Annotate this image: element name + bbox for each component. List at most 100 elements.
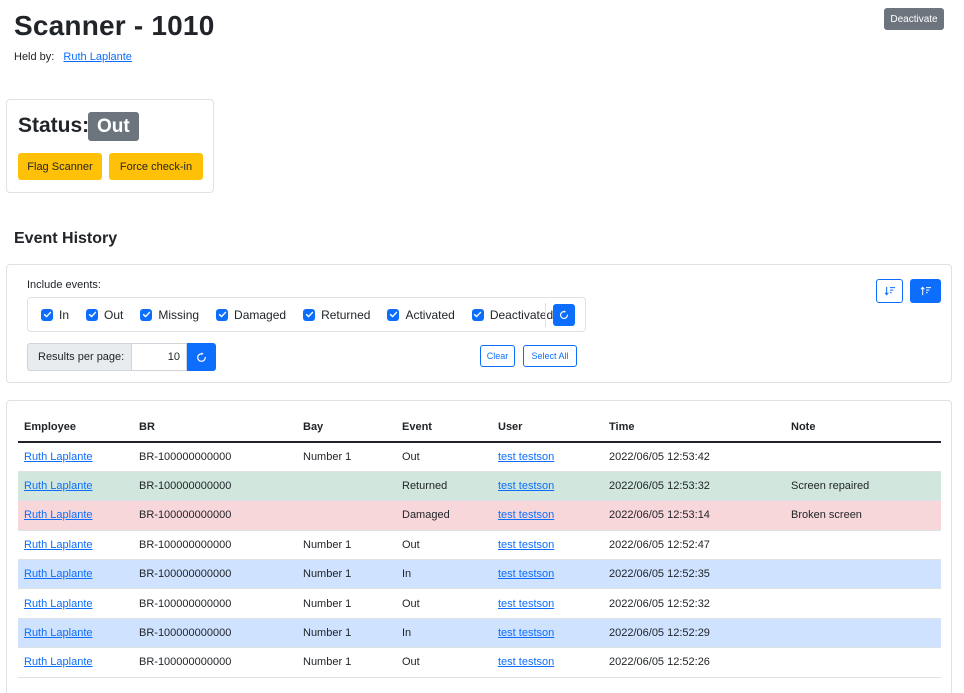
event-checkbox-returned[interactable] — [303, 308, 316, 321]
cell-br: BR-100000000000 — [133, 530, 297, 561]
column-header-note[interactable]: Note — [785, 413, 941, 443]
employee-link[interactable]: Ruth Laplante — [24, 539, 93, 551]
event-checkbox-damaged[interactable] — [216, 308, 229, 321]
employee-link[interactable]: Ruth Laplante — [24, 480, 93, 492]
include-events-label: Include events: — [27, 279, 101, 291]
held-by: Held by: Ruth Laplante — [14, 51, 132, 63]
cell-note — [785, 442, 941, 472]
table-row: Ruth Laplante BR-100000000000 Number 1 In te… — [18, 618, 941, 649]
clear-button[interactable]: Clear — [480, 345, 515, 367]
scanner-page: Scanner - 1010 Held by: Ruth Laplante De… — [0, 0, 964, 693]
column-header-employee[interactable]: Employee — [18, 413, 133, 443]
sort-ascending-button[interactable] — [876, 279, 903, 303]
results-per-page-group: Results per page: — [27, 343, 216, 371]
event-filter-activated[interactable]: Activated — [387, 308, 455, 322]
event-filter-label: Deactivated — [489, 307, 554, 322]
event-filter-returned[interactable]: Returned — [303, 308, 370, 322]
event-filter-damaged[interactable]: Damaged — [216, 308, 286, 322]
cell-time: 2022/06/05 12:52:29 — [603, 618, 785, 649]
column-header-br[interactable]: BR — [133, 413, 297, 443]
cell-br: BR-100000000000 — [133, 471, 297, 502]
table-row: Ruth Laplante BR-100000000000 Number 1 Out t… — [18, 588, 941, 619]
deactivate-button[interactable]: Deactivate — [884, 8, 944, 30]
user-link[interactable]: test testson — [498, 656, 554, 668]
cell-user: test testson — [492, 588, 603, 619]
cell-note — [785, 530, 941, 561]
table-row: Ruth Laplante BR-100000000000 Returned test… — [18, 471, 941, 502]
cell-employee: Ruth Laplante — [18, 442, 133, 472]
cell-br: BR-100000000000 — [133, 618, 297, 649]
column-header-event[interactable]: Event — [396, 413, 492, 443]
user-link[interactable]: test testson — [498, 451, 554, 463]
cell-event: In — [396, 559, 492, 590]
event-table: Employee BR Bay Event User Time Note Rut… — [18, 413, 941, 678]
select-all-button[interactable]: Select All — [523, 345, 577, 367]
event-filter-out[interactable]: Out — [86, 308, 123, 322]
refresh-icon — [197, 351, 206, 362]
cell-employee: Ruth Laplante — [18, 559, 133, 590]
cell-note — [785, 559, 941, 590]
user-link[interactable]: test testson — [498, 568, 554, 580]
cell-time: 2022/06/05 12:52:47 — [603, 530, 785, 561]
user-link[interactable]: test testson — [498, 480, 554, 492]
column-header-time[interactable]: Time — [603, 413, 785, 443]
event-filter-missing[interactable]: Missing — [140, 308, 199, 322]
cell-user: test testson — [492, 618, 603, 649]
refresh-filter-button[interactable] — [553, 304, 575, 326]
cell-time: 2022/06/05 12:52:32 — [603, 588, 785, 619]
event-checkbox-out[interactable] — [86, 308, 99, 321]
cell-br: BR-100000000000 — [133, 559, 297, 590]
check-icon — [474, 311, 482, 318]
event-checkbox-deactivated[interactable] — [471, 308, 484, 321]
column-header-bay[interactable]: Bay — [297, 413, 396, 443]
check-icon — [43, 311, 51, 318]
user-link[interactable]: test testson — [498, 598, 554, 610]
page-title: Scanner - 1010 — [14, 10, 215, 41]
cell-note — [785, 588, 941, 619]
table-row: Ruth Laplante BR-100000000000 Number 1 Out t… — [18, 442, 941, 472]
cell-note — [785, 647, 941, 678]
filter-card: Include events: In Out Missing Damaged Retur… — [6, 264, 952, 383]
table-row: Ruth Laplante BR-100000000000 Damaged test … — [18, 500, 941, 531]
cell-user: test testson — [492, 530, 603, 561]
cell-user: test testson — [492, 500, 603, 531]
employee-link[interactable]: Ruth Laplante — [24, 627, 93, 639]
cell-event: Out — [396, 647, 492, 678]
cell-employee: Ruth Laplante — [18, 500, 133, 531]
force-check-in-button[interactable]: Force check-in — [109, 153, 203, 180]
user-link[interactable]: test testson — [498, 509, 554, 521]
employee-link[interactable]: Ruth Laplante — [24, 656, 93, 668]
flag-scanner-button[interactable]: Flag Scanner — [18, 153, 102, 180]
event-checkbox-missing[interactable] — [140, 308, 153, 321]
event-filter-group: In Out Missing Damaged Returned Activated Deac… — [27, 297, 586, 332]
results-per-page-input[interactable] — [132, 343, 187, 371]
event-filter-label: Missing — [158, 307, 200, 322]
event-checkbox-in[interactable] — [41, 308, 53, 321]
cell-note: Broken screen — [785, 500, 941, 531]
employee-link[interactable]: Ruth Laplante — [24, 451, 93, 463]
user-link[interactable]: test testson — [498, 627, 554, 639]
cell-user: test testson — [492, 442, 603, 472]
table-header-row: Employee BR Bay Event User Time Note — [18, 413, 941, 443]
cell-time: 2022/06/05 12:53:14 — [603, 500, 785, 531]
table-body: Ruth Laplante BR-100000000000 Number 1 Out t… — [18, 442, 941, 678]
employee-link[interactable]: Ruth Laplante — [24, 509, 93, 521]
event-filter-in[interactable]: In — [41, 308, 69, 322]
cell-time: 2022/06/05 12:52:35 — [603, 559, 785, 590]
refresh-results-button[interactable] — [187, 343, 216, 371]
sort-ascending-icon — [884, 286, 895, 296]
check-icon — [88, 311, 96, 318]
cell-bay: Number 1 — [297, 618, 396, 649]
employee-link[interactable]: Ruth Laplante — [24, 568, 93, 580]
event-filter-label: Out — [104, 307, 124, 322]
column-header-user[interactable]: User — [492, 413, 603, 443]
event-checkbox-activated[interactable] — [387, 308, 400, 321]
sort-descending-button[interactable] — [910, 279, 941, 303]
table-row: Ruth Laplante BR-100000000000 Number 1 Out t… — [18, 647, 941, 678]
cell-employee: Ruth Laplante — [18, 618, 133, 649]
held-by-link[interactable]: Ruth Laplante — [63, 51, 132, 63]
employee-link[interactable]: Ruth Laplante — [24, 598, 93, 610]
event-filter-deactivated[interactable]: Deactivated — [471, 307, 554, 322]
user-link[interactable]: test testson — [498, 539, 554, 551]
refresh-icon — [560, 310, 568, 319]
